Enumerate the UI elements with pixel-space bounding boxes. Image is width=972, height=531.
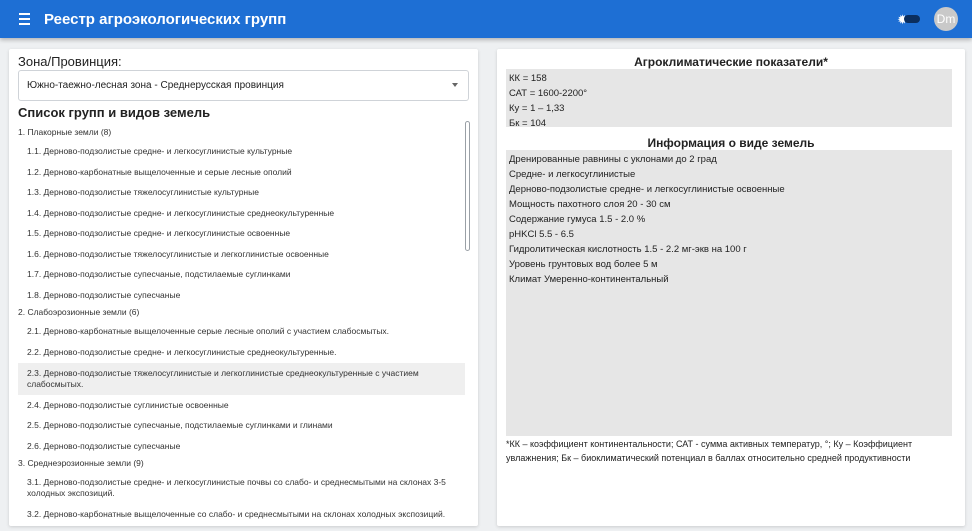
info-line: Средне- и легкосуглинистые bbox=[509, 169, 636, 180]
app-title: Реестр агроэкологических групп bbox=[44, 10, 287, 28]
list-item[interactable]: 2.6. Дерново-подзолистые супесчаные bbox=[18, 440, 465, 452]
zone-label: Зона/Провинция: bbox=[18, 54, 122, 69]
agro-line: САТ = 1600-2200° bbox=[509, 88, 588, 99]
app-bar: Реестр агроэкологических групп ✹ Dm bbox=[0, 0, 972, 38]
list-item[interactable]: 1.7. Дерново-подзолистые супесчаные, под… bbox=[18, 268, 465, 280]
list-scrollbar[interactable] bbox=[465, 121, 470, 251]
list-item[interactable]: 1.4. Дерново-подзолистые средне- и легко… bbox=[18, 207, 465, 219]
agro-box: КК = 158 САТ = 1600-2200° Ку = 1 – 1,33 … bbox=[506, 69, 952, 129]
toggle-track bbox=[904, 15, 920, 23]
menu-icon[interactable] bbox=[10, 5, 38, 33]
list-title: Список групп и видов земель bbox=[18, 105, 211, 120]
list-item[interactable]: 2.2. Дерново-подзолистые средне- и легко… bbox=[18, 346, 465, 358]
info-line: Гидролитическая кислотность 1.5 - 2.2 мг… bbox=[509, 244, 747, 255]
info-line: Уровень грунтовых вод более 5 м bbox=[509, 259, 658, 270]
info-line: Содержание гумуса 1.5 - 2.0 % bbox=[509, 214, 646, 225]
list-item[interactable]: 3.1. Дерново-подзолистые средне- и легко… bbox=[18, 476, 465, 500]
info-line: Дерново-подзолистые средне- и легкосугли… bbox=[509, 184, 785, 195]
dropdown-arrow-icon bbox=[452, 83, 458, 87]
groups-list: 1. Плакорные земли (8) 1.1. Дерново-подз… bbox=[9, 121, 470, 523]
theme-toggle[interactable]: ✹ bbox=[897, 13, 920, 26]
list-item[interactable]: 2.5. Дерново-подзолистые супесчаные, под… bbox=[18, 419, 465, 431]
list-item[interactable]: 1.8. Дерново-подзолистые супесчаные bbox=[18, 289, 465, 301]
list-item[interactable]: 1.1. Дерново-подзолистые средне- и легко… bbox=[18, 145, 465, 157]
info-line: pHKCl 5.5 - 6.5 bbox=[509, 229, 574, 240]
avatar[interactable]: Dm bbox=[934, 7, 958, 31]
list-item[interactable]: 2.4. Дерново-подзолистые суглинистые осв… bbox=[18, 399, 465, 411]
list-item[interactable]: 1.6. Дерново-подзолистые тяжелосуглинист… bbox=[18, 248, 465, 260]
info-line: Дренированные равнины с уклонами до 2 гр… bbox=[509, 154, 717, 165]
zone-select-value: Южно-таежно-лесная зона - Среднерусская … bbox=[27, 80, 284, 91]
list-item[interactable]: 3.2. Дерново-карбонатные выщелоченные со… bbox=[18, 508, 465, 520]
agro-line: Ку = 1 – 1,33 bbox=[509, 103, 565, 114]
agro-line: КК = 158 bbox=[509, 73, 547, 84]
list-item[interactable]: 1.5. Дерново-подзолистые средне- и легко… bbox=[18, 227, 465, 239]
group-header[interactable]: 2. Слабоэрозионные земли (6) bbox=[18, 307, 139, 317]
group-header[interactable]: 1. Плакорные земли (8) bbox=[18, 127, 111, 137]
info-title: Информация о виде земель bbox=[647, 136, 815, 150]
list-item[interactable]: 1.2. Дерново-карбонатные выщелоченные и … bbox=[18, 166, 465, 178]
details-panel: Агроклиматические показатели* КК = 158 С… bbox=[497, 49, 965, 526]
footnote: *КК – коэффициент континентальности; САТ… bbox=[506, 439, 913, 463]
info-line: Климат Умеренно-континентальный bbox=[509, 274, 669, 285]
group-header[interactable]: 3. Среднеэрозионные земли (9) bbox=[18, 458, 144, 468]
agro-line: Бк = 104 bbox=[509, 118, 547, 129]
info-line: Мощность пахотного слоя 20 - 30 см bbox=[509, 199, 671, 210]
groups-panel: Зона/Провинция: Южно-таежно-лесная зона … bbox=[9, 49, 478, 526]
zone-select[interactable]: Южно-таежно-лесная зона - Среднерусская … bbox=[18, 70, 469, 101]
list-item-selected[interactable]: 2.3. Дерново-подзолистые тяжелосуглинист… bbox=[18, 363, 465, 395]
list-item[interactable]: 2.1. Дерново-карбонатные выщелоченные се… bbox=[18, 325, 465, 337]
info-box: Дренированные равнины с уклонами до 2 гр… bbox=[506, 150, 952, 436]
list-item[interactable]: 1.3. Дерново-подзолистые тяжелосуглинист… bbox=[18, 186, 465, 198]
agro-title: Агроклиматические показатели* bbox=[634, 55, 828, 69]
